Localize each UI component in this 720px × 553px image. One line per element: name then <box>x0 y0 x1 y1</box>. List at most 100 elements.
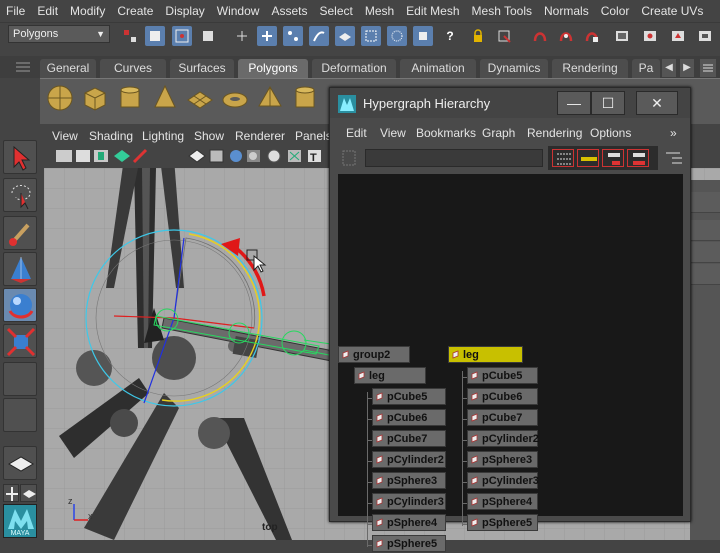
xray-icon[interactable]: T <box>308 150 321 164</box>
empty-tool-slot[interactable] <box>3 398 37 432</box>
poly-pipe-icon[interactable] <box>291 84 319 112</box>
move-tool-icon[interactable] <box>3 252 37 286</box>
channel-row[interactable] <box>690 264 720 285</box>
shelf-tab-polygons[interactable]: Polygons <box>238 59 308 78</box>
snap-menu-icon[interactable] <box>232 26 252 46</box>
node-leg[interactable]: leg <box>354 367 426 384</box>
node-pcube7[interactable]: pCube7 <box>467 409 538 426</box>
node-pcylinder2[interactable]: pCylinder2 <box>372 451 446 468</box>
hg-scene-hierarchy-icon[interactable] <box>552 149 574 167</box>
shelf-menu-icon[interactable] <box>700 59 716 77</box>
hg-menu-more[interactable]: » <box>670 126 677 140</box>
panel-menu-view[interactable]: View <box>52 129 78 143</box>
snap-grid-icon[interactable] <box>257 26 277 46</box>
node-pcylinder2[interactable]: pCylinder2 <box>467 430 539 447</box>
render-view-icon[interactable] <box>612 26 632 46</box>
hypergraph-search-field[interactable] <box>365 149 543 167</box>
menu-assets[interactable]: Assets <box>265 0 313 22</box>
shelf-tab-curves[interactable]: Curves <box>100 59 166 78</box>
symmetry-icon[interactable] <box>413 26 433 46</box>
help-icon[interactable]: ? <box>440 26 460 46</box>
lasso-tool-icon[interactable] <box>3 178 37 212</box>
select-by-hierarchy-icon[interactable] <box>120 26 140 46</box>
shelf-scroll-right-icon[interactable]: ▶ <box>680 59 694 77</box>
shelf-tab-animation[interactable]: Animation <box>400 59 476 78</box>
poly-cone-icon[interactable] <box>151 84 179 112</box>
poly-torus-icon[interactable] <box>221 84 249 112</box>
bookmarks-icon[interactable] <box>94 150 108 162</box>
node-pcube6[interactable]: pCube6 <box>372 409 446 426</box>
node-pcylinder3[interactable]: pCylinder3 <box>467 472 539 489</box>
node-pcylinder3[interactable]: pCylinder3 <box>372 493 446 510</box>
shelf-tab-deformation[interactable]: Deformation <box>312 59 396 78</box>
menu-normals[interactable]: Normals <box>538 0 595 22</box>
hg-tree-layout-icon[interactable] <box>663 149 685 167</box>
lock-selection-icon[interactable] <box>198 26 218 46</box>
make-live-icon[interactable] <box>387 26 407 46</box>
last-tool-icon[interactable] <box>3 362 37 396</box>
input-ops-icon[interactable] <box>556 26 576 46</box>
hypergraph-titlebar[interactable]: Hypergraph Hierarchy — ☐ ✕ <box>330 88 690 118</box>
select-tool-icon[interactable] <box>3 140 37 174</box>
poly-cylinder-icon[interactable] <box>116 84 144 112</box>
hg-menu-rendering[interactable]: Rendering <box>527 126 582 140</box>
node-psphere3[interactable]: pSphere3 <box>467 451 538 468</box>
menu-modify[interactable]: Modify <box>64 0 111 22</box>
history-icon[interactable] <box>530 26 550 46</box>
smooth-shade-icon[interactable] <box>230 150 242 162</box>
rotate-tool-icon[interactable] <box>3 288 37 322</box>
panel-menu-lighting[interactable]: Lighting <box>142 129 184 143</box>
node-psphere5[interactable]: pSphere5 <box>372 535 446 552</box>
shelf-tab-dynamics[interactable]: Dynamics <box>480 59 548 78</box>
panel-menu-renderer[interactable]: Renderer <box>235 129 285 143</box>
render-settings-icon[interactable] <box>695 26 715 46</box>
minimize-button[interactable]: — <box>557 91 591 115</box>
hypergraph-graph-area[interactable]: group2 leg pCube5 pCube6 pCube7 pCylinde… <box>338 174 683 552</box>
hg-frame-hierarchy-icon[interactable] <box>602 149 624 167</box>
layout-four-icon[interactable] <box>3 484 19 502</box>
menu-edit[interactable]: Edit <box>31 0 64 22</box>
node-psphere5[interactable]: pSphere5 <box>467 514 538 531</box>
hg-menu-edit[interactable]: Edit <box>346 126 367 140</box>
channel-row[interactable] <box>690 192 720 213</box>
paint-select-tool-icon[interactable] <box>3 216 37 250</box>
camera-attrs-icon[interactable] <box>76 150 90 162</box>
node-psphere4[interactable]: pSphere4 <box>467 493 538 510</box>
shade-wire-icon[interactable] <box>247 150 260 162</box>
channel-row[interactable] <box>690 242 720 263</box>
maximize-button[interactable]: ☐ <box>591 91 625 115</box>
render-frame-icon[interactable] <box>640 26 660 46</box>
shelf-tab-rendering[interactable]: Rendering <box>552 59 628 78</box>
hg-menu-graph[interactable]: Graph <box>482 126 515 140</box>
shelf-options-handle[interactable] <box>12 58 34 124</box>
node-pcube5[interactable]: pCube5 <box>467 367 538 384</box>
poly-pyramid-icon[interactable] <box>256 84 284 112</box>
output-ops-icon[interactable] <box>582 26 602 46</box>
lights-icon[interactable] <box>288 150 301 162</box>
menu-edit-mesh[interactable]: Edit Mesh <box>400 0 465 22</box>
hg-frame-branch-icon[interactable] <box>627 149 649 167</box>
snap-surface-icon[interactable] <box>361 26 381 46</box>
selection-mask-icon[interactable] <box>494 26 514 46</box>
menu-create-uvs[interactable]: Create UVs <box>635 0 709 22</box>
poly-cube-icon[interactable] <box>81 84 109 112</box>
channel-row[interactable] <box>690 220 720 241</box>
shelf-tab-general[interactable]: General <box>40 59 96 78</box>
panel-menu-show[interactable]: Show <box>194 129 224 143</box>
wireframe-icon[interactable] <box>209 149 224 163</box>
menu-mesh[interactable]: Mesh <box>359 0 400 22</box>
menu-display[interactable]: Display <box>159 0 210 22</box>
node-psphere4[interactable]: pSphere4 <box>372 514 446 531</box>
ipr-render-icon[interactable] <box>668 26 688 46</box>
snap-point-icon[interactable] <box>309 26 329 46</box>
grid-toggle-icon[interactable] <box>188 149 206 163</box>
select-by-object-icon[interactable] <box>145 26 165 46</box>
hg-menu-view[interactable]: View <box>380 126 406 140</box>
select-by-component-icon[interactable] <box>172 26 192 46</box>
layout-single-icon[interactable] <box>3 446 37 480</box>
node-group2[interactable]: group2 <box>338 346 410 363</box>
shelf-scroll-left-icon[interactable]: ◀ <box>662 59 676 77</box>
camera-select-icon[interactable] <box>56 150 72 162</box>
menu-mesh-tools[interactable]: Mesh Tools <box>466 0 538 22</box>
node-pcube6[interactable]: pCube6 <box>467 388 538 405</box>
